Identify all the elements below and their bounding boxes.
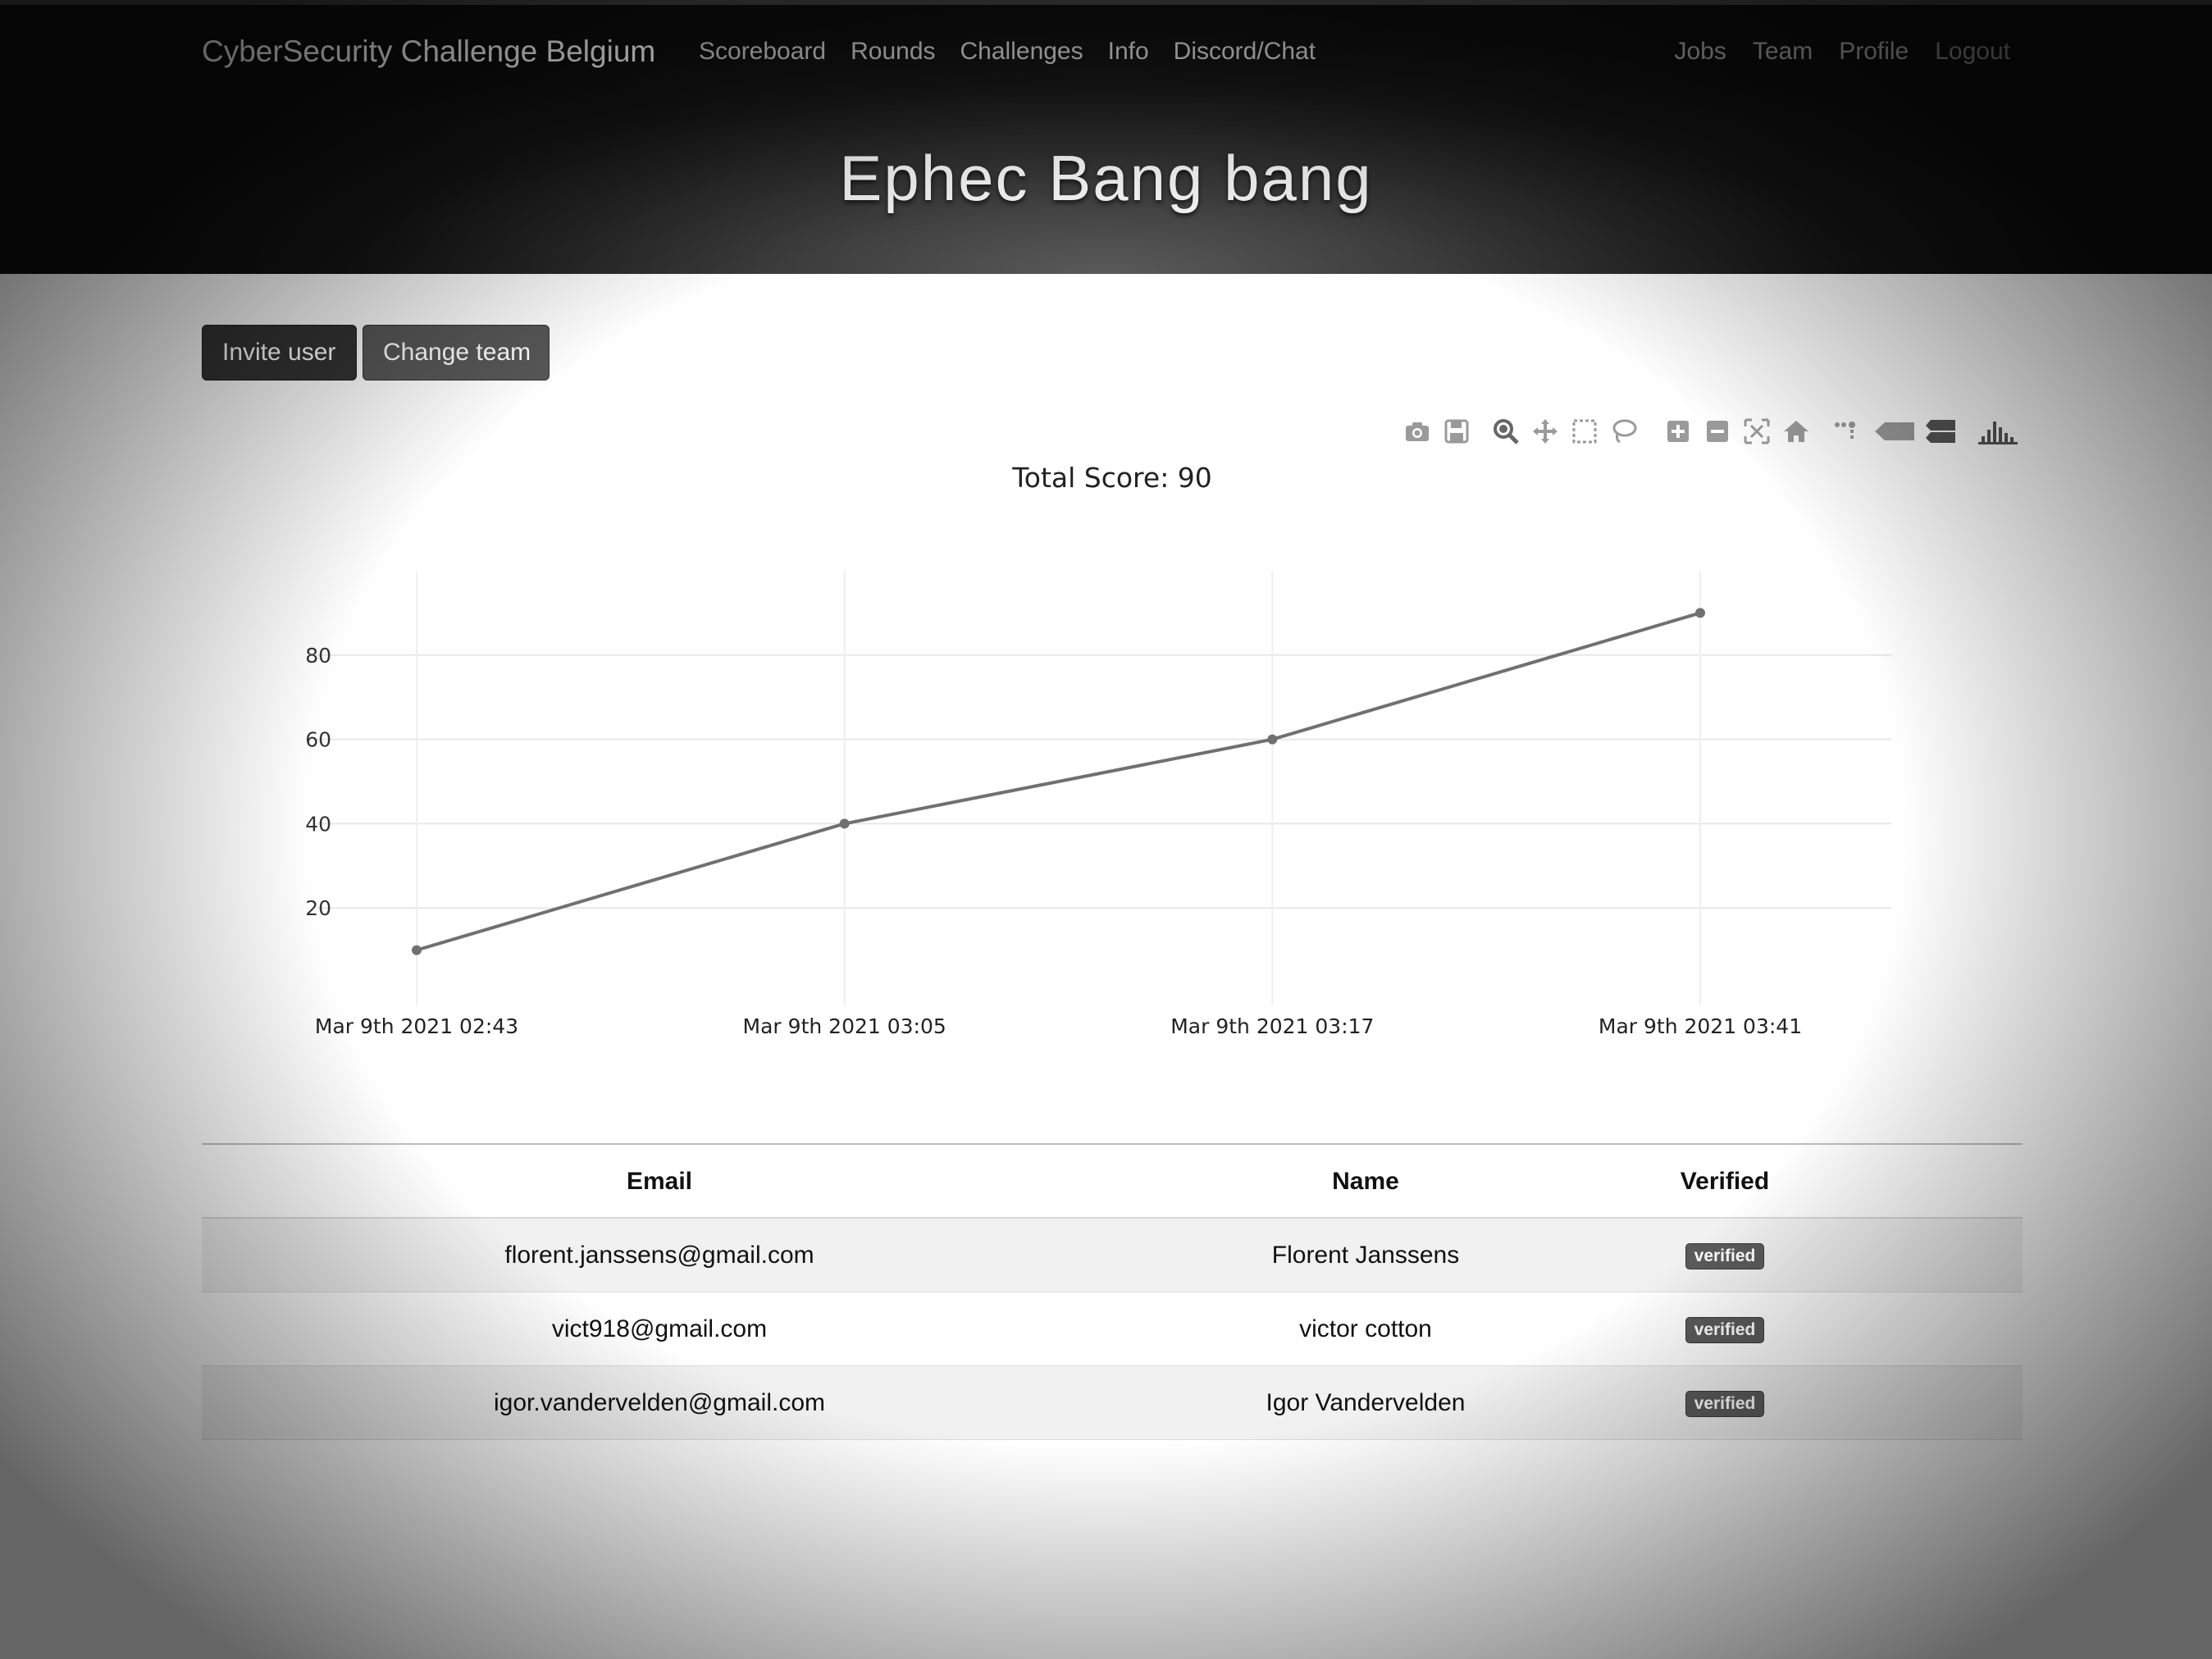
- nav-rounds[interactable]: Rounds: [851, 38, 935, 66]
- member-email: igor.vandervelden@gmail.com: [494, 1389, 825, 1416]
- team-members-table: Email Name Verified florent.janssens@gma…: [202, 1143, 2023, 1440]
- plotly-logo-icon[interactable]: [1977, 417, 2019, 446]
- verified-badge: verified: [1685, 1317, 1765, 1344]
- table-header: Email Name Verified: [202, 1143, 2023, 1219]
- hover-closest-icon[interactable]: [1873, 417, 1916, 446]
- series-layer: [412, 608, 1705, 955]
- y-tick-label: 80: [305, 644, 331, 668]
- data-point: [1695, 608, 1705, 618]
- name-column-header: Name: [1332, 1168, 1399, 1195]
- zoom-in-icon[interactable]: [1663, 417, 1693, 446]
- pan-icon[interactable]: [1530, 417, 1560, 446]
- email-column-header: Email: [626, 1168, 693, 1195]
- nav-team[interactable]: Team: [1753, 38, 1813, 66]
- chart-grid: [317, 571, 1891, 1005]
- table-row: florent.janssens@gmail.com Florent Janss…: [202, 1219, 2023, 1292]
- brand-link[interactable]: CyberSecurity Challenge Belgium: [202, 34, 655, 69]
- nav-jobs[interactable]: Jobs: [1674, 38, 1726, 66]
- reset-axes-icon[interactable]: [1781, 417, 1811, 446]
- box-select-icon[interactable]: [1570, 417, 1599, 446]
- y-tick-label: 60: [305, 728, 331, 752]
- x-tick-label: Mar 9th 2021 03:41: [1599, 1014, 1802, 1038]
- x-axis-ticks: Mar 9th 2021 02:43 Mar 9th 2021 03:05 Mar …: [315, 1014, 1802, 1038]
- member-name: Igor Vandervelden: [1266, 1389, 1466, 1416]
- chart-title: Total Score: 90: [1011, 462, 1212, 494]
- nav-discord-chat[interactable]: Discord/Chat: [1174, 38, 1316, 66]
- lasso-select-icon[interactable]: [1609, 417, 1639, 446]
- member-email: vict918@gmail.com: [551, 1315, 768, 1342]
- nav-info[interactable]: Info: [1108, 38, 1149, 66]
- autoscale-icon[interactable]: [1742, 417, 1772, 446]
- data-point: [1267, 734, 1278, 745]
- x-tick-label: Mar 9th 2021 02:43: [315, 1014, 518, 1038]
- verified-cell: verified: [1614, 1219, 1836, 1292]
- verified-column-header: Verified: [1680, 1168, 1770, 1195]
- nav-logout[interactable]: Logout: [1935, 38, 2010, 66]
- user-nav: Jobs Team Profile Logout: [1648, 38, 2010, 66]
- score-chart[interactable]: Total Score: 90 20 40 60 80 Mar 9th 2021 02…: [202, 451, 2023, 1074]
- member-email: florent.janssens@gmail.com: [504, 1242, 814, 1269]
- zoom-icon[interactable]: [1491, 417, 1521, 446]
- y-axis-ticks: 20 40 60 80: [305, 644, 331, 920]
- verified-cell: verified: [1614, 1366, 1836, 1440]
- nav-challenges[interactable]: Challenges: [960, 38, 1083, 66]
- member-name: victor cotton: [1299, 1315, 1432, 1342]
- data-point: [412, 945, 422, 955]
- table-row: vict918@gmail.com victor cotton verified: [202, 1292, 2023, 1366]
- data-point: [839, 818, 850, 829]
- zoom-out-icon[interactable]: [1703, 417, 1732, 446]
- invite-user-button[interactable]: Invite user: [202, 325, 357, 381]
- page-title: Ephec Bang bang: [839, 142, 1373, 214]
- camera-icon[interactable]: [1402, 417, 1432, 446]
- x-tick-label: Mar 9th 2021 03:17: [1170, 1014, 1374, 1038]
- site-header: CyberSecurity Challenge Belgium Scoreboa…: [0, 0, 2212, 274]
- y-tick-label: 20: [305, 896, 331, 920]
- table-row: igor.vandervelden@gmail.com Igor Vanderv…: [202, 1366, 2023, 1440]
- nav-profile[interactable]: Profile: [1839, 38, 1909, 66]
- chart-modebar: [1402, 417, 2026, 449]
- nav-scoreboard[interactable]: Scoreboard: [699, 38, 826, 66]
- change-team-button[interactable]: Change team: [363, 325, 550, 381]
- hover-compare-icon[interactable]: [1924, 417, 1957, 446]
- member-name: Florent Janssens: [1271, 1242, 1460, 1269]
- verified-badge: verified: [1685, 1391, 1765, 1418]
- x-tick-label: Mar 9th 2021 03:05: [743, 1014, 946, 1038]
- save-icon[interactable]: [1442, 417, 1471, 446]
- y-tick-label: 40: [305, 812, 331, 836]
- verified-cell: verified: [1614, 1292, 1836, 1366]
- main-nav: Scoreboard Rounds Challenges Info Discor…: [699, 38, 1340, 66]
- verified-badge: verified: [1685, 1243, 1765, 1270]
- score-line: [416, 611, 1701, 952]
- toggle-spike-lines-icon[interactable]: [1831, 417, 1860, 446]
